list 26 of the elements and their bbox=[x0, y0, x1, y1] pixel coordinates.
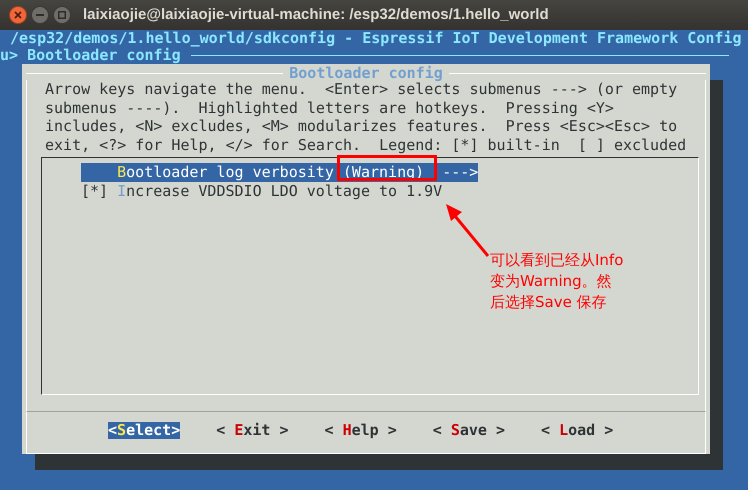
maximize-icon bbox=[58, 11, 66, 19]
help-text-line: exit, <?> for Help, </> for Search. Legend: [*] built-in [ ] excluded bbox=[45, 136, 686, 155]
annotation-text: 可以看到已经从Info bbox=[490, 250, 624, 271]
dialog-button[interactable]: < Help > bbox=[324, 422, 397, 439]
annotation-text: 变为Warning。然 bbox=[490, 271, 612, 292]
close-icon bbox=[14, 11, 22, 19]
menu-item[interactable]: Bootloader log verbosity (Warning) ---> bbox=[81, 162, 478, 182]
maximize-button[interactable] bbox=[53, 6, 71, 24]
minimize-button[interactable] bbox=[31, 6, 49, 24]
dialog-title: Bootloader config bbox=[288, 66, 444, 80]
annotation-arrow bbox=[446, 204, 490, 257]
window-title: laixiaojie@laixiaojie-virtual-machine: /esp32/demos/1.hello_world bbox=[83, 4, 549, 25]
menu-item-marker: [*] bbox=[81, 182, 110, 201]
breadcrumb: u> Bootloader config bbox=[0, 47, 181, 64]
dialog-button[interactable]: < Exit > bbox=[216, 422, 288, 439]
menu-item[interactable]: Increase VDDSDIO LDO voltage to 1.9V bbox=[117, 182, 442, 201]
help-text-line: includes, <N> excludes, <M> modularizes features. Press <Esc><Esc> to bbox=[45, 117, 678, 136]
minimize-icon bbox=[36, 14, 44, 16]
terminal-header: /esp32/demos/1.hello_world/sdkconfig - Espressif IoT Development Framework Config bbox=[9, 30, 742, 47]
help-text-line: Arrow keys navigate the menu. <Enter> selects submenus ---> (or empty bbox=[45, 80, 678, 99]
dialog-button[interactable]: < Load > bbox=[541, 422, 614, 439]
dialog-button[interactable]: <Select> bbox=[108, 422, 180, 439]
help-text-line: submenus ----). Highlighted letters are hotkeys. Pressing <Y> bbox=[45, 98, 614, 118]
close-button[interactable] bbox=[9, 6, 27, 24]
annotation-text: 后选择Save 保存 bbox=[490, 292, 607, 313]
dialog-button[interactable]: < Save > bbox=[432, 422, 505, 439]
